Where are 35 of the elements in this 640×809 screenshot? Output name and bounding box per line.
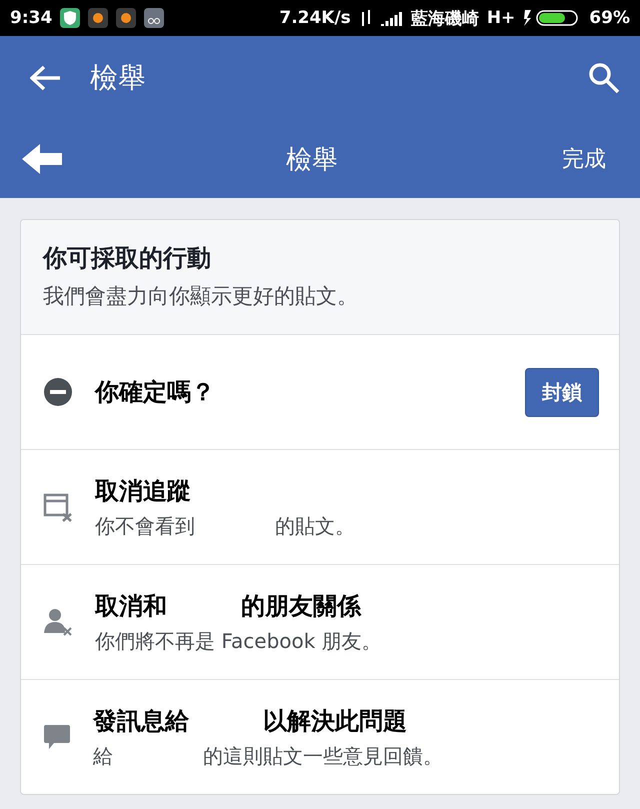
page-title: 檢舉: [286, 144, 338, 174]
card-title: 你可採取的行動: [43, 243, 212, 274]
action-title: 的朋友關係: [241, 590, 361, 622]
back-arrow-icon[interactable]: [30, 65, 60, 91]
action-title: 以解決此問題: [263, 706, 407, 736]
status-time: 9:34: [10, 8, 52, 28]
shield-icon: [60, 8, 80, 28]
person-x-icon: [43, 607, 73, 637]
search-icon[interactable]: [588, 62, 620, 94]
action-row[interactable]: 你確定嗎？ 封鎖: [21, 335, 619, 449]
action-title: 取消追蹤: [95, 476, 191, 506]
back-arrow-icon[interactable]: [22, 143, 62, 175]
action-row[interactable]: 取消追蹤 你不會看到 的貼文。: [21, 449, 619, 564]
action-description: 的貼文。: [275, 512, 355, 540]
network-speed: 7.24K/s: [279, 8, 351, 28]
action-description: 的這則貼文一些意見回饋。: [203, 742, 443, 770]
window-x-icon: [43, 492, 73, 522]
app-bar-title: 檢舉: [90, 60, 146, 96]
card-subtitle: 我們會盡力向你顯示更好的貼文。: [43, 283, 359, 310]
block-button[interactable]: 封鎖: [525, 368, 599, 416]
action-description: 你不會看到: [95, 512, 195, 540]
action-row[interactable]: 取消和 的朋友關係 你們將不再是 Facebook 朋友。: [21, 564, 619, 679]
action-description: 給: [93, 742, 113, 770]
signal-icon: [380, 10, 403, 26]
action-description: 你們將不再是 Facebook 朋友。: [95, 628, 382, 654]
action-row[interactable]: 發訊息給 以解決此問題 給 的這則貼文一些意見回饋。: [21, 679, 619, 794]
action-title: 取消和: [95, 590, 167, 622]
action-title: 你確定嗎？: [95, 377, 215, 408]
done-link[interactable]: 完成: [562, 144, 606, 174]
speech-bubble-icon: [43, 723, 71, 751]
network-type: H+: [486, 8, 516, 28]
minus-circle-icon: [43, 377, 73, 407]
battery-percent: 69%: [589, 8, 630, 28]
carrier-name: 藍海磯崎: [410, 8, 479, 30]
action-title: 發訊息給: [93, 706, 189, 736]
